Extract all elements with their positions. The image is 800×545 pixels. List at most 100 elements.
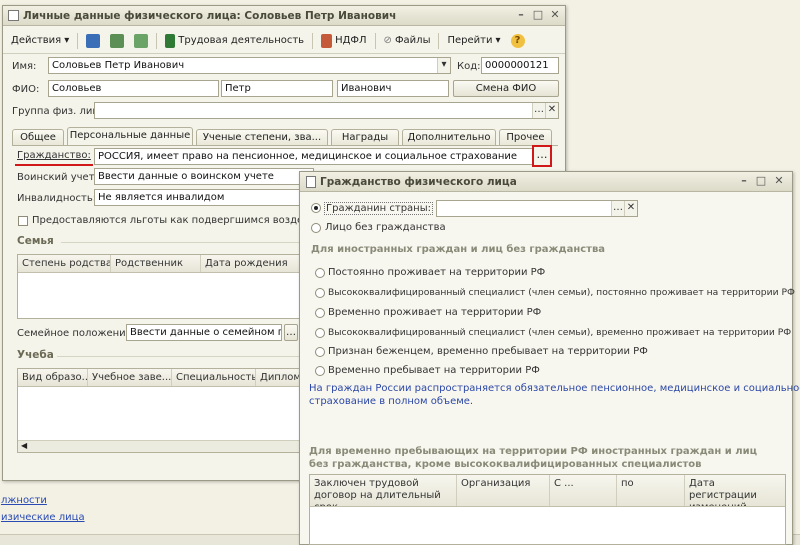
marital-select-button[interactable]: … [284,324,298,341]
dialog-titlebar: Гражданство физического лица [300,172,792,192]
temporary-stay-table[interactable]: Заключен трудовой договор на длительный … [309,474,786,545]
military-field[interactable]: Ввести данные о воинском учете [94,168,314,185]
help-button[interactable]: ? [507,32,529,50]
select-ellipsis-icon[interactable]: … [532,103,545,118]
study-table-header: Вид образо... Учебное заве... Специально… [18,369,306,387]
ndfl-icon [321,33,333,48]
citizen-option-label[interactable]: Гражданин страны: [324,202,433,215]
benefits-checkbox[interactable] [18,216,28,226]
foreign-section-title: Для иностранных граждан и лиц без гражда… [311,244,606,255]
column-from[interactable]: С ... [550,475,617,506]
tab-personal-data[interactable]: Персональные данные [67,127,193,145]
column-to[interactable]: по [617,475,685,506]
family-section-title: Семья [17,235,54,247]
option-radio-5[interactable] [315,347,325,357]
study-section-title: Учеба [17,349,54,361]
marital-label: Семейное положение: [17,328,136,339]
country-field[interactable]: … ✕ [436,200,638,217]
report-button[interactable] [106,32,128,50]
tab-general[interactable]: Общее [12,129,64,145]
bg-link-positions[interactable]: лжности [1,495,47,506]
temporary-section-title-line1: Для временно пребывающих на территории Р… [309,446,758,457]
bg-link-individuals[interactable]: изические лица [1,512,85,523]
name-field[interactable]: Соловьев Петр Иванович ▾ [48,57,451,74]
files-button[interactable]: ⊘ Файлы [380,33,435,48]
column-relation[interactable]: Степень родства [18,255,111,272]
disability-field[interactable]: Не является инвалидом [94,189,314,206]
labor-label: Трудовая деятельность [178,35,305,46]
citizenship-label[interactable]: Гражданство: [17,150,91,161]
clear-icon[interactable]: ✕ [624,201,637,216]
family-table[interactable]: Степень родства Родственник Дата рождени… [17,254,307,319]
toolbar-separator [312,32,314,49]
group-field[interactable]: … ✕ [94,102,559,119]
citizenship-field[interactable]: РОССИЯ, имеет право на пенсионное, медиц… [94,148,541,165]
patronymic-field[interactable]: Иванович [337,80,449,97]
code-label: Код: [457,61,481,72]
insurance-note-line1: На граждан России распространяется обяза… [309,383,800,394]
temporary-table-header: Заключен трудовой договор на длительный … [310,475,785,507]
column-registration-date[interactable]: Дата регистрации изменений [685,475,785,506]
minimize-icon[interactable]: – [514,9,528,22]
select-ellipsis-icon[interactable]: … [611,201,624,216]
surname-field[interactable]: Соловьев [48,80,219,97]
column-birthdate[interactable]: Дата рождения [201,255,306,272]
close-icon[interactable]: ✕ [772,175,786,188]
tab-awards[interactable]: Награды [331,129,399,145]
labor-icon [165,33,176,48]
option-radio-4[interactable] [315,328,325,338]
dialog-window-icon [306,176,316,188]
military-label: Воинский учет: [17,172,98,183]
code-field[interactable]: 0000000121 [481,57,559,74]
fio-label: ФИО: [12,84,40,95]
tab-additional[interactable]: Дополнительно [402,129,496,145]
column-relative[interactable]: Родственник [111,255,201,272]
column-organization[interactable]: Организация [457,475,550,506]
citizen-radio[interactable] [311,203,321,213]
marital-field[interactable]: Ввести данные о семейном пол... [126,324,282,341]
main-toolbar: Действия ▾ Трудовая деятельность НДФЛ ⊘ Фа… [3,28,565,54]
labor-activity-button[interactable]: Трудовая деятельность [161,32,308,50]
clear-icon[interactable]: ✕ [545,103,558,118]
report-icon [110,33,125,48]
firstname-field[interactable]: Петр [221,80,333,97]
option-label-2: Высококвалифицированный специалист (член… [328,287,795,298]
close-icon[interactable]: ✕ [548,9,562,22]
dropdown-arrow-icon: ▾ [495,35,501,46]
ndfl-label: НДФЛ [335,35,367,46]
column-education-type[interactable]: Вид образо... [18,369,88,386]
files-label: Файлы [394,35,431,46]
ellipsis-icon: … [286,327,296,338]
scroll-left-icon[interactable]: ◀ [21,441,27,450]
help-icon: ? [510,33,525,48]
option-label-1: Постоянно проживает на территории РФ [328,267,546,278]
ndfl-button[interactable]: НДФЛ [317,32,370,50]
option-radio-3[interactable] [315,308,325,318]
stateless-radio[interactable] [311,223,321,233]
maximize-icon[interactable]: □ [531,9,545,22]
toolbar-separator [438,32,440,49]
citizenship-select-button[interactable]: … [532,145,552,167]
option-radio-2[interactable] [315,288,325,298]
option-label-3: Временно проживает на территории РФ [328,307,542,318]
minimize-icon[interactable]: – [737,175,751,188]
dropdown-arrow-icon: ▾ [64,35,70,46]
goto-menu[interactable]: Перейти ▾ [443,33,504,48]
tab-other[interactable]: Прочее [499,129,552,145]
maximize-icon[interactable]: □ [754,175,768,188]
option-radio-1[interactable] [315,268,325,278]
dropdown-arrow-icon[interactable]: ▾ [437,58,450,73]
study-table[interactable]: Вид образо... Учебное заве... Специально… [17,368,307,453]
horizontal-scrollbar[interactable]: ◀ [18,440,306,452]
column-institution[interactable]: Учебное заве... [88,369,172,386]
column-labor-contract[interactable]: Заключен трудовой договор на длительный … [310,475,457,506]
column-specialty[interactable]: Специальность [172,369,256,386]
actions-menu[interactable]: Действия ▾ [7,33,73,48]
option-radio-6[interactable] [315,366,325,376]
actions-label: Действия [11,35,62,46]
refresh-button[interactable] [130,32,152,50]
save-button[interactable] [82,32,104,50]
change-fio-button[interactable]: Смена ФИО [453,80,559,97]
goto-label: Перейти [447,35,493,46]
tab-degrees[interactable]: Ученые степени, зва... [196,129,328,145]
